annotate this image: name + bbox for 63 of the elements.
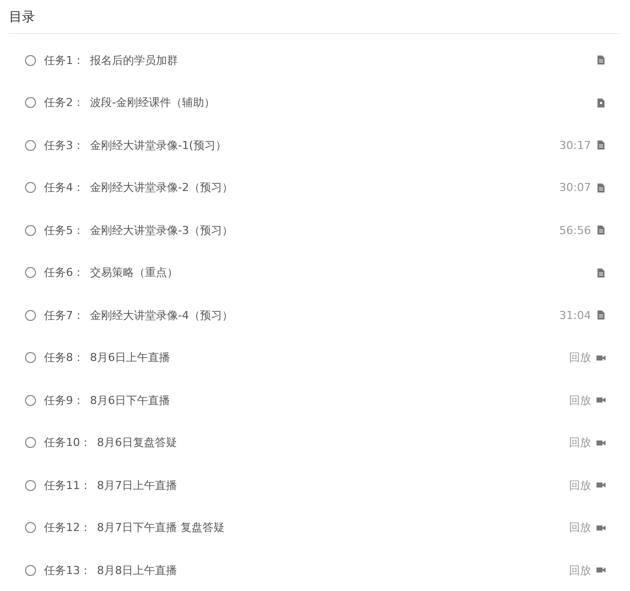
document-icon	[596, 55, 606, 66]
status-circle-icon	[25, 394, 36, 406]
video-camera-icon	[596, 438, 606, 448]
status-circle-icon	[25, 140, 36, 151]
task-number: 任务8：	[44, 350, 84, 366]
document-icon	[596, 268, 606, 278]
video-camera-icon	[596, 522, 606, 533]
task-number: 任务6：	[44, 265, 84, 280]
status-circle-icon	[25, 480, 36, 491]
task-number: 任务11：	[44, 478, 91, 493]
replay-label: 回放	[569, 350, 591, 366]
section-title: 目录	[9, 8, 35, 26]
task-title[interactable]: 8月8日上午直播	[97, 562, 569, 578]
document-icon	[596, 182, 606, 193]
task-title[interactable]: 8月6日复盘答疑	[97, 435, 569, 450]
task-number: 任务10：	[44, 435, 91, 450]
task-title[interactable]: 报名后的学员加群	[90, 52, 596, 68]
task-title[interactable]: 8月7日下午直播 复盘答疑	[97, 520, 569, 536]
status-circle-icon	[25, 522, 36, 534]
task-number: 任务9：	[44, 392, 84, 408]
duration-label: 56:56	[559, 224, 591, 237]
video-camera-icon	[596, 480, 606, 490]
task-number: 任务2：	[44, 95, 84, 110]
status-circle-icon	[25, 97, 36, 108]
task-title[interactable]: 金刚经大讲堂录像-4（预习）	[90, 308, 560, 323]
task-number: 任务1：	[44, 52, 84, 68]
video-camera-icon	[596, 352, 606, 363]
status-circle-icon	[25, 182, 36, 194]
status-circle-icon	[25, 310, 36, 321]
replay-label: 回放	[569, 435, 591, 450]
file-icon	[596, 98, 606, 108]
status-circle-icon	[25, 267, 36, 278]
task-number: 任务3：	[44, 138, 84, 153]
status-circle-icon	[25, 54, 36, 66]
duration-label: 30:07	[559, 181, 591, 194]
video-camera-icon	[596, 395, 606, 406]
document-icon	[596, 225, 606, 236]
replay-label: 回放	[569, 520, 591, 536]
replay-label: 回放	[569, 392, 591, 408]
document-icon	[596, 310, 606, 320]
task-title[interactable]: 金刚经大讲堂录像-2（预习）	[90, 180, 560, 196]
duration-label: 31:04	[559, 308, 591, 322]
replay-label: 回放	[569, 562, 591, 578]
task-number: 任务12：	[44, 520, 91, 536]
status-circle-icon	[25, 352, 36, 364]
replay-label: 回放	[569, 478, 591, 493]
document-icon	[596, 140, 606, 150]
status-circle-icon	[25, 564, 36, 576]
task-title[interactable]: 8月7日上午直播	[97, 478, 569, 493]
task-number: 任务5：	[44, 222, 84, 238]
status-circle-icon	[25, 437, 36, 448]
task-title[interactable]: 波段-金刚经课件（辅助）	[90, 95, 596, 110]
task-title[interactable]: 8月6日上午直播	[90, 350, 569, 366]
task-number: 任务13：	[44, 562, 91, 578]
task-title[interactable]: 8月6日下午直播	[90, 392, 569, 408]
task-number: 任务7：	[44, 308, 84, 323]
task-title[interactable]: 金刚经大讲堂录像-3（预习）	[90, 222, 560, 238]
task-number: 任务4：	[44, 180, 84, 196]
video-camera-icon	[596, 565, 606, 576]
task-title[interactable]: 交易策略（重点）	[90, 265, 596, 280]
status-circle-icon	[25, 224, 36, 236]
duration-label: 30:17	[559, 138, 591, 152]
task-title[interactable]: 金刚经大讲堂录像-1(预习）	[90, 138, 560, 153]
